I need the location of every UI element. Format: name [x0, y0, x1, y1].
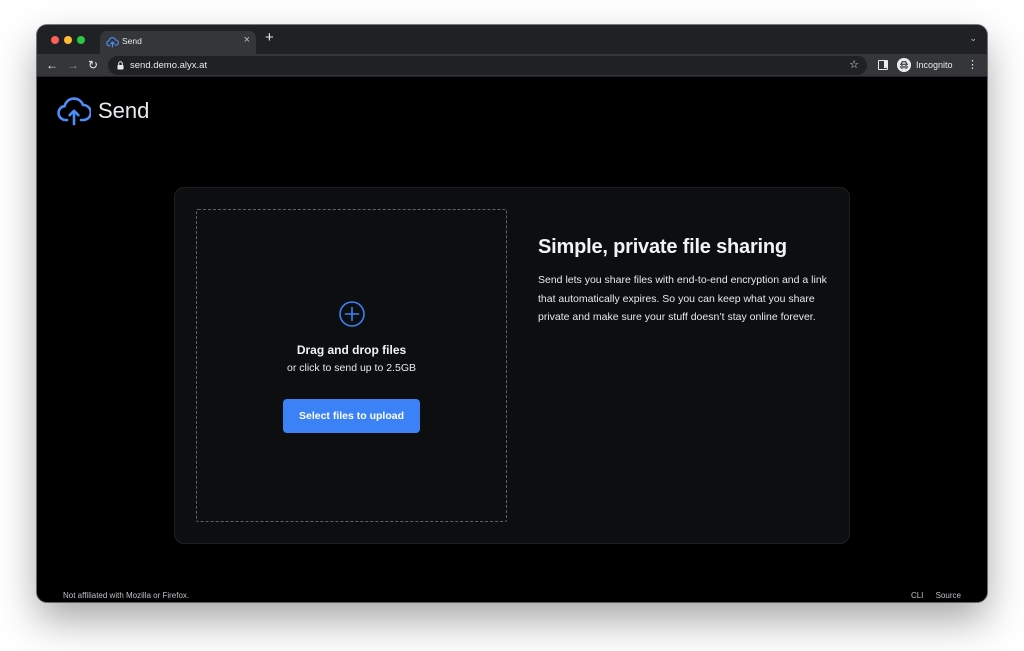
- upload-card: Drag and drop files or click to send up …: [174, 187, 850, 544]
- tab-strip: Send × + ⌄: [37, 25, 987, 54]
- page-content: Send Drag and drop files or click to sen…: [37, 78, 987, 602]
- minimize-window-icon[interactable]: [64, 36, 72, 44]
- incognito-icon[interactable]: [897, 58, 911, 72]
- tab-title: Send: [122, 36, 142, 46]
- browser-menu-icon[interactable]: ⋮: [967, 58, 978, 72]
- back-button[interactable]: ←: [46, 57, 58, 73]
- file-dropzone[interactable]: Drag and drop files or click to send up …: [196, 209, 507, 522]
- source-link[interactable]: Source: [936, 591, 961, 600]
- select-files-button[interactable]: Select files to upload: [283, 399, 420, 433]
- intro-body: Send lets you share files with end-to-en…: [538, 274, 827, 323]
- maximize-window-icon[interactable]: [77, 36, 85, 44]
- lock-icon: [117, 61, 124, 70]
- tab-search-icon[interactable]: ⌄: [969, 33, 977, 44]
- intro-section: Simple, private file sharing Send lets y…: [538, 236, 828, 327]
- forward-button[interactable]: →: [67, 57, 79, 73]
- footer-disclaimer: Not affiliated with Mozilla or Firefox.: [63, 591, 190, 600]
- reload-button[interactable]: ↻: [88, 57, 98, 73]
- new-tab-button[interactable]: +: [265, 30, 274, 46]
- browser-toolbar: ← → ↻ send.demo.alyx.at ☆ Incognito ⋮: [37, 54, 987, 77]
- cloud-upload-icon: [57, 97, 91, 126]
- plus-circle-icon[interactable]: [338, 300, 366, 328]
- side-panel-icon[interactable]: [878, 60, 888, 70]
- brand-name: Send: [98, 98, 150, 123]
- cloud-upload-icon: [106, 37, 119, 48]
- cli-link[interactable]: CLI: [911, 591, 923, 600]
- profile-label[interactable]: Incognito: [916, 60, 953, 70]
- close-window-icon[interactable]: [51, 36, 59, 44]
- url-text: send.demo.alyx.at: [130, 60, 208, 71]
- footer-links: CLI Source: [901, 591, 961, 600]
- address-bar[interactable]: send.demo.alyx.at ☆: [108, 56, 867, 75]
- browser-window: Send × + ⌄ ← → ↻ send.demo.alyx.at ☆ Inc…: [37, 25, 987, 602]
- bookmark-star-icon[interactable]: ☆: [849, 58, 859, 71]
- dropzone-subtitle: or click to send up to 2.5GB: [287, 362, 416, 374]
- app-logo[interactable]: Send: [57, 96, 149, 126]
- intro-title: Simple, private file sharing: [538, 236, 787, 258]
- dropzone-title: Drag and drop files: [296, 343, 407, 357]
- browser-tab-send[interactable]: Send ×: [100, 31, 256, 54]
- tab-close-icon[interactable]: ×: [244, 34, 250, 46]
